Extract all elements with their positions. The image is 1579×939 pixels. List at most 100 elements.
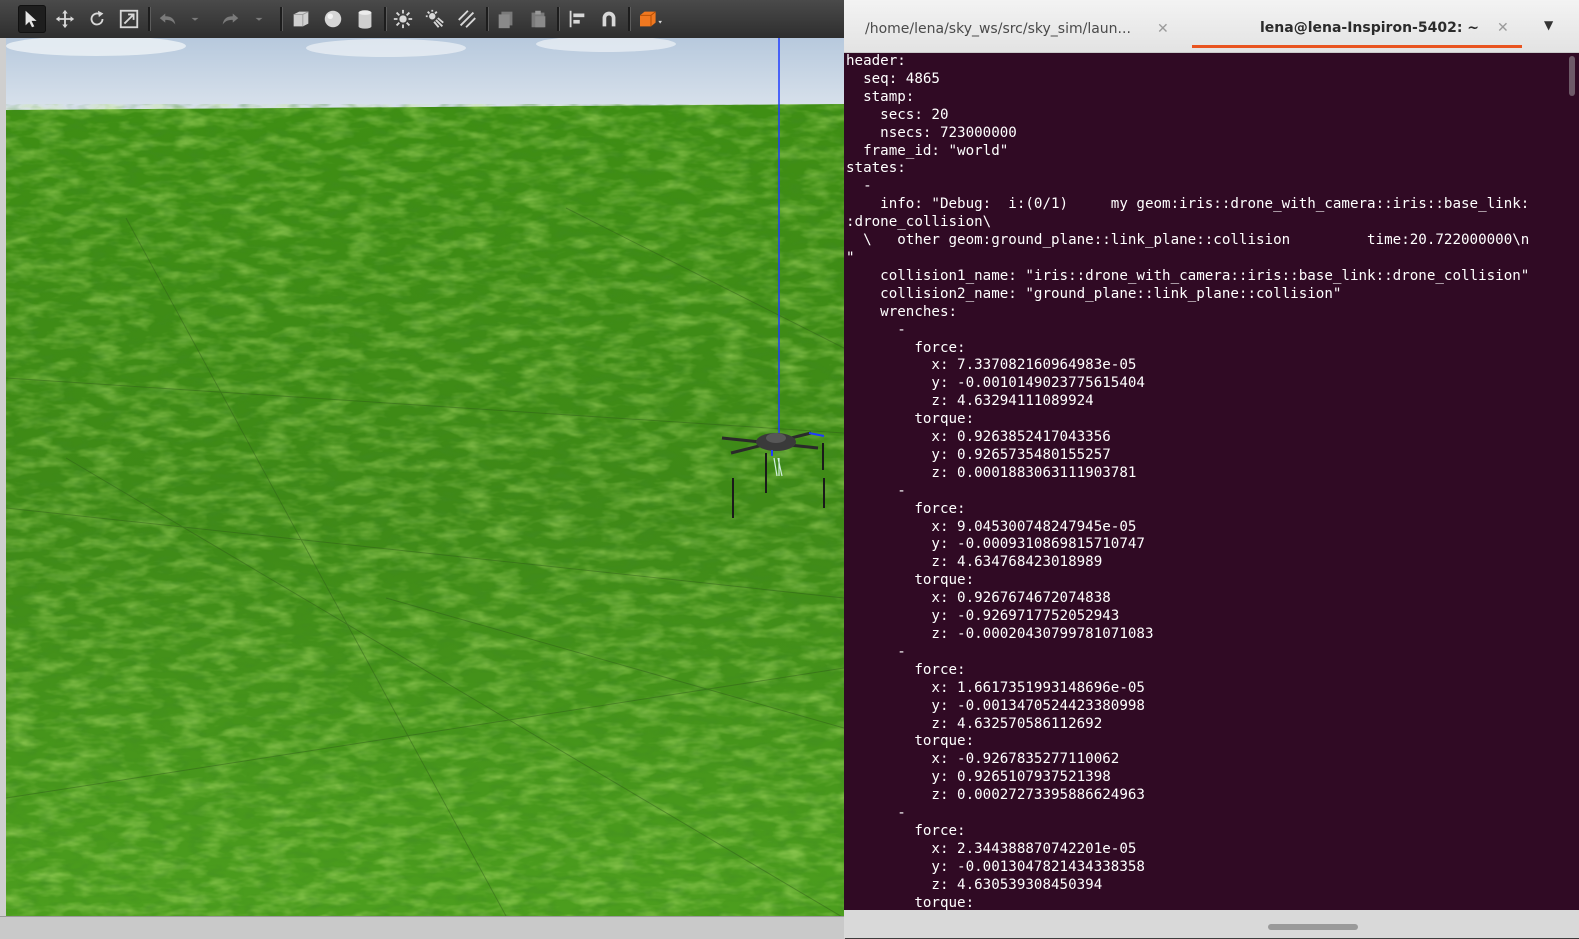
terminal-line: y: 0.9265107937521398 [846,769,1111,786]
align-button[interactable] [563,5,591,33]
terminal-line: collision1_name: "iris::drone_with_camer… [846,267,1530,284]
terminal-line: - [846,482,906,499]
tab-label: /home/lena/sky_ws/src/sky_sim/laun... [865,21,1131,37]
terminal-line: - [846,321,906,338]
paste-button[interactable] [524,5,552,33]
terminal-line: x: 1.6617351993148696e-05 [846,679,1145,696]
chevron-down-icon [255,17,263,21]
gazebo-toolbar [0,0,845,39]
terminal-line: torque: [846,894,975,910]
paste-icon [531,10,546,28]
scale-mode-button[interactable] [115,5,143,33]
terminal-line: - [846,178,872,195]
terminal-line: - [846,643,906,660]
terminal-line: secs: 20 [846,106,949,123]
scrollbar-thumb[interactable] [1569,56,1575,96]
sphere-icon [324,10,342,28]
terminal-line: wrenches: [846,303,958,320]
scene-render [6,38,844,916]
tab-launch-file[interactable]: /home/lena/sky_ws/src/sky_sim/laun... ✕ [844,10,1184,48]
redo-icon [222,13,239,25]
terminal-line: states: [846,160,906,177]
tabs-menu-button[interactable]: ▼ [1544,18,1562,36]
point-light-button[interactable] [389,5,417,33]
spot-light-button[interactable] [421,5,449,33]
terminal-line: y: -0.0009310869815710747 [846,536,1145,553]
align-icon [569,10,585,28]
undo-button[interactable] [154,5,182,33]
terminal-line: seq: 4865 [846,70,940,87]
terminal-line: collision2_name: "ground_plane::link_pla… [846,285,1342,302]
terminal-line: z: 4.630539308450394 [846,876,1103,893]
terminal-text: header: seq: 4865 stamp: secs: 20 nsecs:… [844,53,1565,910]
sphere-shape-button[interactable] [319,5,347,33]
view-cube-icon [640,11,662,27]
terminal-line: info: "Debug: i:(0/1) my geom:iris::dron… [846,196,1530,213]
terminal-line: force: [846,500,966,517]
terminal-line: z: 4.63294111089924 [846,393,1094,410]
redo-button[interactable] [216,5,244,33]
terminal-line: force: [846,339,966,356]
terminal-line: z: 4.634768423018989 [846,554,1103,571]
rotate-icon [90,10,104,26]
terminal-line: torque: [846,733,975,750]
box-shape-button[interactable] [287,5,315,33]
terminal-line: force: [846,661,966,678]
terminal-line: y: -0.0010149023775615404 [846,375,1145,392]
spot-light-icon [425,9,444,28]
terminal-line: y: -0.0013470524423380998 [846,697,1145,714]
undo-history-dropdown[interactable] [188,5,202,33]
translate-mode-button[interactable] [51,5,79,33]
chevron-down-icon: ▼ [1544,18,1554,32]
terminal-line: stamp: [846,88,915,105]
terminal-line: x: 2.344388870742201e-05 [846,840,1137,857]
terminal-line: \ other geom:ground_plane::link_plane::c… [846,232,1530,249]
terminal-line: x: 9.045300748247945e-05 [846,518,1137,535]
terminal-line: torque: [846,572,975,589]
terminal-line: force: [846,822,966,839]
tab-home-shell[interactable]: lena@lena-Inspiron-5402: ~ ✕ [1192,10,1522,48]
terminal-line: z: 0.0001883063111903781 [846,464,1137,481]
terminal-line: x: 7.337082160964983e-05 [846,357,1137,374]
terminal-line: " [846,249,855,266]
copy-icon [498,11,513,29]
terminal-line: y: -0.9269717752052943 [846,608,1120,625]
rotate-mode-button[interactable] [83,5,111,33]
directional-light-icon [458,10,476,28]
terminal-line: torque: [846,411,975,428]
cylinder-shape-button[interactable] [351,5,379,33]
terminal-line: header: [846,53,906,69]
terminal-line: x: 0.9267674672074838 [846,590,1111,607]
terminal-line: y: 0.9265735480155257 [846,446,1111,463]
terminal-line: x: -0.9267835277110062 [846,751,1120,768]
point-light-icon [393,9,413,29]
directional-light-button[interactable] [453,5,481,33]
move-arrows-icon [55,9,75,29]
gazebo-window [0,0,845,939]
bottom-bar [844,910,1579,938]
terminal-line: nsecs: 723000000 [846,124,1017,141]
terminal-scrollbar[interactable] [1565,53,1579,910]
close-icon[interactable]: ✕ [1157,21,1169,37]
select-mode-button[interactable] [18,5,46,33]
arrow-pointer-icon [25,10,37,28]
tab-label: lena@lena-Inspiron-5402: ~ [1260,19,1480,36]
view-angle-button[interactable] [634,5,668,33]
3d-scene-viewport[interactable] [6,38,844,916]
snap-button[interactable] [595,5,623,33]
terminal-window: /home/lena/sky_ws/src/sky_sim/laun... ✕ … [844,0,1579,938]
horizontal-scroll-handle[interactable] [1268,924,1358,930]
copy-button[interactable] [492,5,520,33]
redo-history-dropdown[interactable] [252,5,266,33]
cylinder-icon [358,10,372,29]
terminal-output[interactable]: header: seq: 4865 stamp: secs: 20 nsecs:… [844,53,1565,910]
close-icon[interactable]: ✕ [1497,20,1509,36]
terminal-line: :drone_collision\ [846,214,992,231]
terminal-tab-bar: /home/lena/sky_ws/src/sky_sim/laun... ✕ … [844,0,1579,53]
terminal-line: - [846,805,906,822]
terminal-line: z: -0.00020430799781071083 [846,626,1154,642]
scale-icon [119,9,139,29]
terminal-line: y: -0.0013047821434338358 [846,858,1145,875]
gazebo-status-bar [0,916,845,939]
undo-icon [159,13,176,25]
